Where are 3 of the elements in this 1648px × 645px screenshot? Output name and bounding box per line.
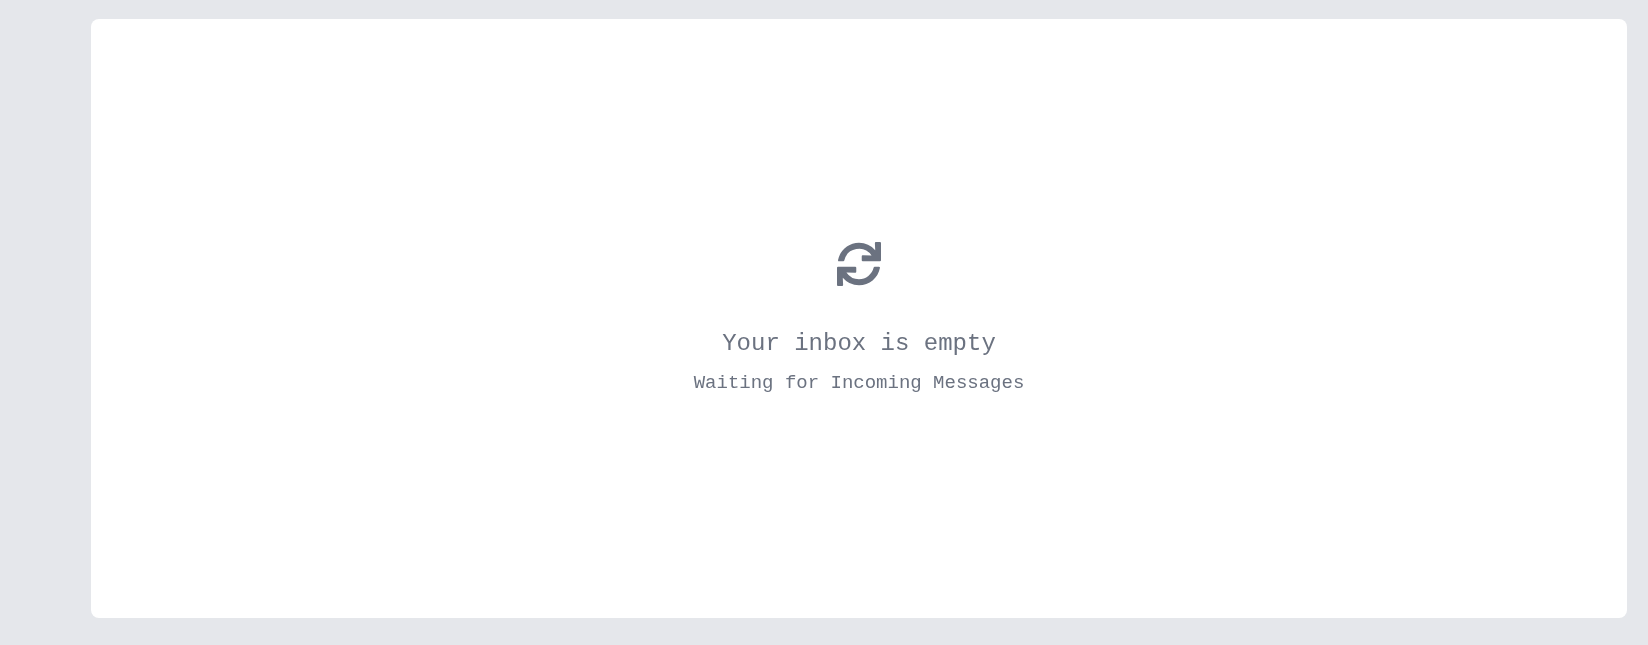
empty-state-title: Your inbox is empty — [722, 328, 996, 359]
refresh-icon — [837, 241, 881, 286]
empty-state-subtitle: Waiting for Incoming Messages — [693, 370, 1025, 396]
